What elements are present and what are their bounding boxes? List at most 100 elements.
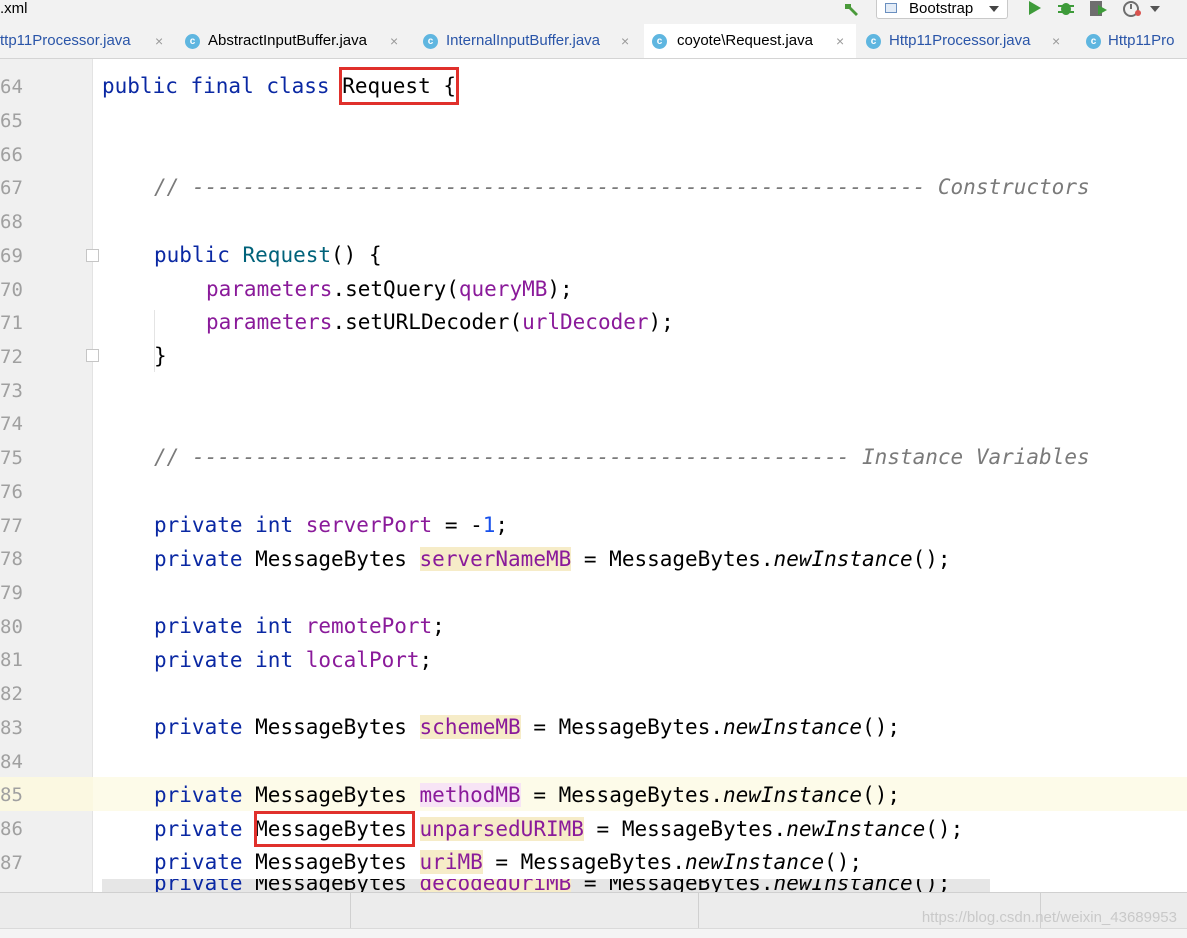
class-file-icon: c bbox=[185, 34, 200, 49]
code-token: MessageBytes bbox=[255, 547, 420, 571]
tab-label: AbstractInputBuffer.java bbox=[208, 32, 367, 49]
code-token: (); bbox=[912, 547, 951, 571]
status-divider bbox=[350, 893, 351, 928]
code-token: newInstance bbox=[773, 879, 913, 892]
run-with-coverage-icon[interactable] bbox=[1088, 0, 1110, 18]
close-icon[interactable]: × bbox=[1052, 24, 1060, 58]
tab-http11processor-1[interactable]: ttp11Processor.java × bbox=[0, 24, 172, 58]
code-token: (); bbox=[824, 850, 863, 874]
code-line-80: private int remotePort; bbox=[154, 614, 445, 638]
close-icon[interactable]: × bbox=[390, 24, 398, 58]
build-hammer-icon[interactable] bbox=[842, 0, 862, 18]
code-token: public final class bbox=[102, 74, 343, 98]
code-token: .setURLDecoder( bbox=[332, 310, 523, 334]
watermark-text: https://blog.csdn.net/weixin_43689953 bbox=[921, 909, 1177, 926]
line-number: 78 bbox=[0, 548, 23, 570]
close-icon[interactable]: × bbox=[155, 24, 163, 58]
tab-http11processor-3[interactable]: c Http11Pro bbox=[1082, 24, 1187, 58]
run-configuration-dropdown[interactable]: Bootstrap bbox=[876, 0, 1008, 19]
debug-bug-icon[interactable] bbox=[1056, 0, 1076, 18]
line-number: 75 bbox=[0, 447, 23, 469]
code-token: MessageBytes bbox=[255, 850, 420, 874]
code-token: = MessageBytes. bbox=[482, 850, 686, 874]
close-icon[interactable]: × bbox=[621, 24, 629, 58]
line-number: 66 bbox=[0, 144, 23, 166]
line-number: 69 bbox=[0, 245, 23, 267]
code-token: () { bbox=[331, 243, 382, 267]
code-line-85: private MessageBytes methodMB = MessageB… bbox=[154, 783, 900, 807]
code-token: ); bbox=[547, 277, 573, 301]
run-config-icon bbox=[885, 3, 897, 13]
line-number: 77 bbox=[0, 515, 23, 537]
tab-internalinputbuffer[interactable]: c InternalInputBuffer.java × bbox=[420, 24, 642, 58]
annotation-box-messagebytes bbox=[254, 811, 415, 847]
code-token: private bbox=[154, 614, 256, 638]
tab-coyote-request[interactable]: c coyote\Request.java × bbox=[644, 24, 856, 58]
code-token: newInstance bbox=[773, 547, 913, 571]
code-token: queryMB bbox=[458, 277, 548, 301]
line-number: 72 bbox=[0, 346, 23, 368]
close-icon[interactable]: × bbox=[836, 24, 844, 58]
code-token: Request bbox=[242, 243, 332, 267]
status-bar: https://blog.csdn.net/weixin_43689953 bbox=[0, 892, 1187, 938]
editor-tab-bar: ttp11Processor.java × c AbstractInputBuf… bbox=[0, 24, 1187, 59]
code-token: (); bbox=[912, 879, 951, 892]
code-token: MessageBytes bbox=[255, 715, 420, 739]
code-token: ; bbox=[495, 513, 509, 537]
code-token: newInstance bbox=[722, 783, 863, 807]
run-icon[interactable] bbox=[1026, 0, 1044, 18]
code-token: int bbox=[255, 513, 306, 537]
tab-label: ttp11Processor.java bbox=[0, 32, 131, 49]
code-token: private bbox=[154, 513, 256, 537]
code-token: private bbox=[154, 783, 256, 807]
code-line-81: private int localPort; bbox=[154, 648, 432, 672]
more-options-chevron-icon[interactable] bbox=[1150, 0, 1162, 18]
line-number: 87 bbox=[0, 852, 23, 874]
code-line-75-comment: // -------------------------------------… bbox=[154, 445, 1090, 469]
code-token: ----------------------------------------… bbox=[191, 445, 850, 469]
line-number: 74 bbox=[0, 413, 23, 435]
breadcrumb[interactable]: .xml bbox=[0, 0, 28, 18]
code-token: parameters bbox=[206, 310, 333, 334]
code-token: serverNameMB bbox=[419, 547, 572, 571]
code-token: private bbox=[154, 648, 256, 672]
code-line-87: private MessageBytes uriMB = MessageByte… bbox=[154, 850, 862, 874]
code-token: (); bbox=[862, 783, 900, 807]
class-file-icon: c bbox=[423, 34, 438, 49]
tab-http11processor-2[interactable]: c Http11Processor.java × bbox=[862, 24, 1074, 58]
code-token: remotePort bbox=[305, 614, 433, 638]
profiler-icon[interactable] bbox=[1122, 0, 1144, 18]
code-token: uriMB bbox=[419, 850, 483, 874]
code-token: MessageBytes bbox=[255, 879, 420, 892]
line-number: 64 bbox=[0, 76, 23, 98]
code-token: ----------------------------------------… bbox=[191, 175, 926, 199]
line-number: 73 bbox=[0, 380, 23, 402]
code-line-78: private MessageBytes serverNameMB = Mess… bbox=[154, 547, 951, 571]
fold-marker-icon[interactable] bbox=[86, 349, 99, 362]
line-number: 84 bbox=[0, 751, 23, 773]
code-token: MessageBytes bbox=[255, 783, 420, 807]
fold-marker-icon[interactable] bbox=[86, 249, 99, 262]
code-token: localPort bbox=[305, 648, 420, 672]
code-token: methodMB bbox=[419, 783, 521, 807]
code-token: private bbox=[154, 547, 256, 571]
code-token: = MessageBytes. bbox=[583, 817, 787, 841]
code-token: ; bbox=[432, 614, 445, 638]
line-number: 76 bbox=[0, 481, 23, 503]
code-editor[interactable]: 64 65 66 67 68 69 70 71 72 73 74 75 76 7… bbox=[0, 59, 1187, 892]
line-number: 67 bbox=[0, 177, 23, 199]
code-line-67-comment: // -------------------------------------… bbox=[154, 175, 1090, 199]
code-token: private bbox=[154, 850, 256, 874]
code-line-70: parameters.setQuery(queryMB); bbox=[206, 277, 573, 301]
tab-abstractinputbuffer[interactable]: c AbstractInputBuffer.java × bbox=[182, 24, 412, 58]
tab-label: coyote\Request.java bbox=[677, 32, 813, 49]
line-number: 71 bbox=[0, 312, 23, 334]
tab-label: InternalInputBuffer.java bbox=[446, 32, 600, 49]
code-token: } bbox=[154, 344, 167, 368]
code-token: int bbox=[255, 614, 306, 638]
code-token: ); bbox=[648, 310, 674, 334]
class-file-icon: c bbox=[652, 34, 667, 49]
code-token: int bbox=[255, 648, 306, 672]
chevron-down-icon bbox=[989, 6, 999, 12]
code-token: newInstance bbox=[786, 817, 926, 841]
